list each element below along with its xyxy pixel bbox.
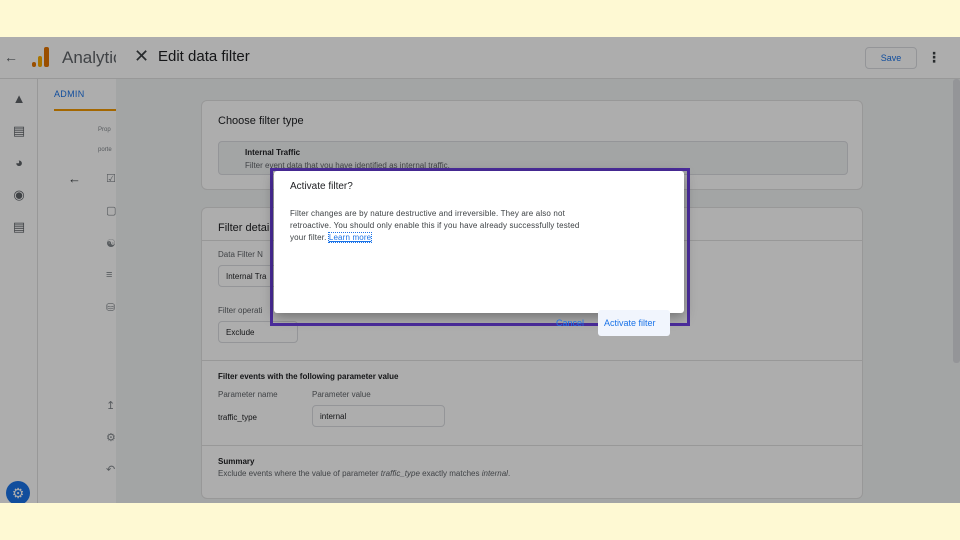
dialog-title: Activate filter? [290, 181, 353, 192]
activate-filter-label: Activate filter [604, 318, 656, 328]
learn-more-link[interactable]: Learn more [327, 232, 373, 243]
dialog-body: Filter changes are by nature destructive… [290, 209, 580, 243]
activate-filter-button[interactable]: Activate filter [598, 310, 670, 336]
cancel-button[interactable]: Cancel [556, 318, 584, 328]
activate-filter-dialog: Activate filter? Filter changes are by n… [274, 171, 684, 336]
